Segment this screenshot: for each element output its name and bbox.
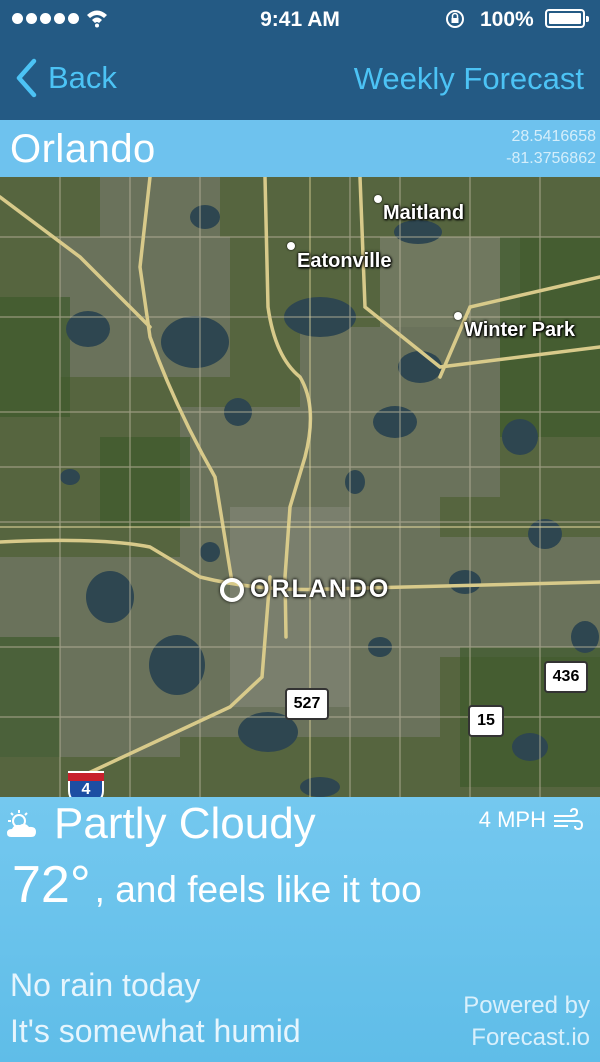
- temperature: 72°: [12, 856, 91, 914]
- weather-panel: Partly Cloudy 4 MPH 72° , and feels like…: [0, 797, 600, 1062]
- maitland-marker: [374, 195, 382, 203]
- winter-park-marker: [454, 312, 462, 320]
- latitude: 28.5416658: [511, 128, 596, 145]
- rotation-lock-icon: [446, 10, 464, 28]
- humidity-summary: It's somewhat humid: [10, 1013, 301, 1049]
- location-header: Orlando 28.5416658 -81.3756862: [0, 120, 600, 177]
- battery-icon: [545, 9, 589, 28]
- back-button[interactable]: Back: [14, 58, 117, 98]
- longitude: -81.3756862: [506, 150, 596, 167]
- coordinates: 28.5416658 -81.3756862: [506, 126, 596, 170]
- map-label-eatonville: Eatonville: [297, 250, 392, 272]
- map-label-orlando: ORLANDO: [220, 575, 390, 604]
- powered-by-source: Forecast.io: [471, 1024, 590, 1051]
- powered-by-link[interactable]: Powered by Forecast.io: [463, 990, 590, 1054]
- route-527-shield: 527: [285, 688, 329, 720]
- weather-condition: Partly Cloudy: [54, 799, 316, 848]
- partly-cloudy-icon: [7, 810, 36, 837]
- temperature-line: 72° , and feels like it too: [12, 855, 422, 915]
- interstate-4-shield: 4: [68, 771, 104, 797]
- eatonville-marker: [287, 242, 295, 250]
- battery-percentage: 100%: [480, 8, 534, 31]
- wind-speed: 4 MPH: [479, 807, 584, 833]
- top-bar: 9:41 AM 100% Back Weekly Forecast: [0, 0, 600, 120]
- status-bar: 9:41 AM 100%: [0, 0, 600, 38]
- powered-by-label: Powered by: [463, 992, 590, 1019]
- satellite-map[interactable]: Maitland Eatonville Winter Park ORLANDO …: [0, 177, 600, 797]
- map-label-winter-park: Winter Park: [464, 319, 575, 341]
- city-name: Orlando: [10, 127, 156, 171]
- wind-icon: [554, 808, 584, 831]
- navigation-bar: Back Weekly Forecast: [0, 44, 600, 120]
- back-label: Back: [48, 60, 117, 95]
- route-436-shield: 436: [544, 661, 588, 693]
- weekly-forecast-button[interactable]: Weekly Forecast: [354, 61, 584, 97]
- wind-value: 4 MPH: [478, 807, 546, 832]
- route-15-shield: 15: [468, 705, 504, 737]
- rain-summary: No rain today: [10, 967, 201, 1003]
- chevron-left-icon: [16, 58, 37, 98]
- map-label-maitland: Maitland: [383, 202, 465, 224]
- feels-like-text: , and feels like it too: [94, 869, 422, 910]
- city-marker-icon: [220, 577, 244, 602]
